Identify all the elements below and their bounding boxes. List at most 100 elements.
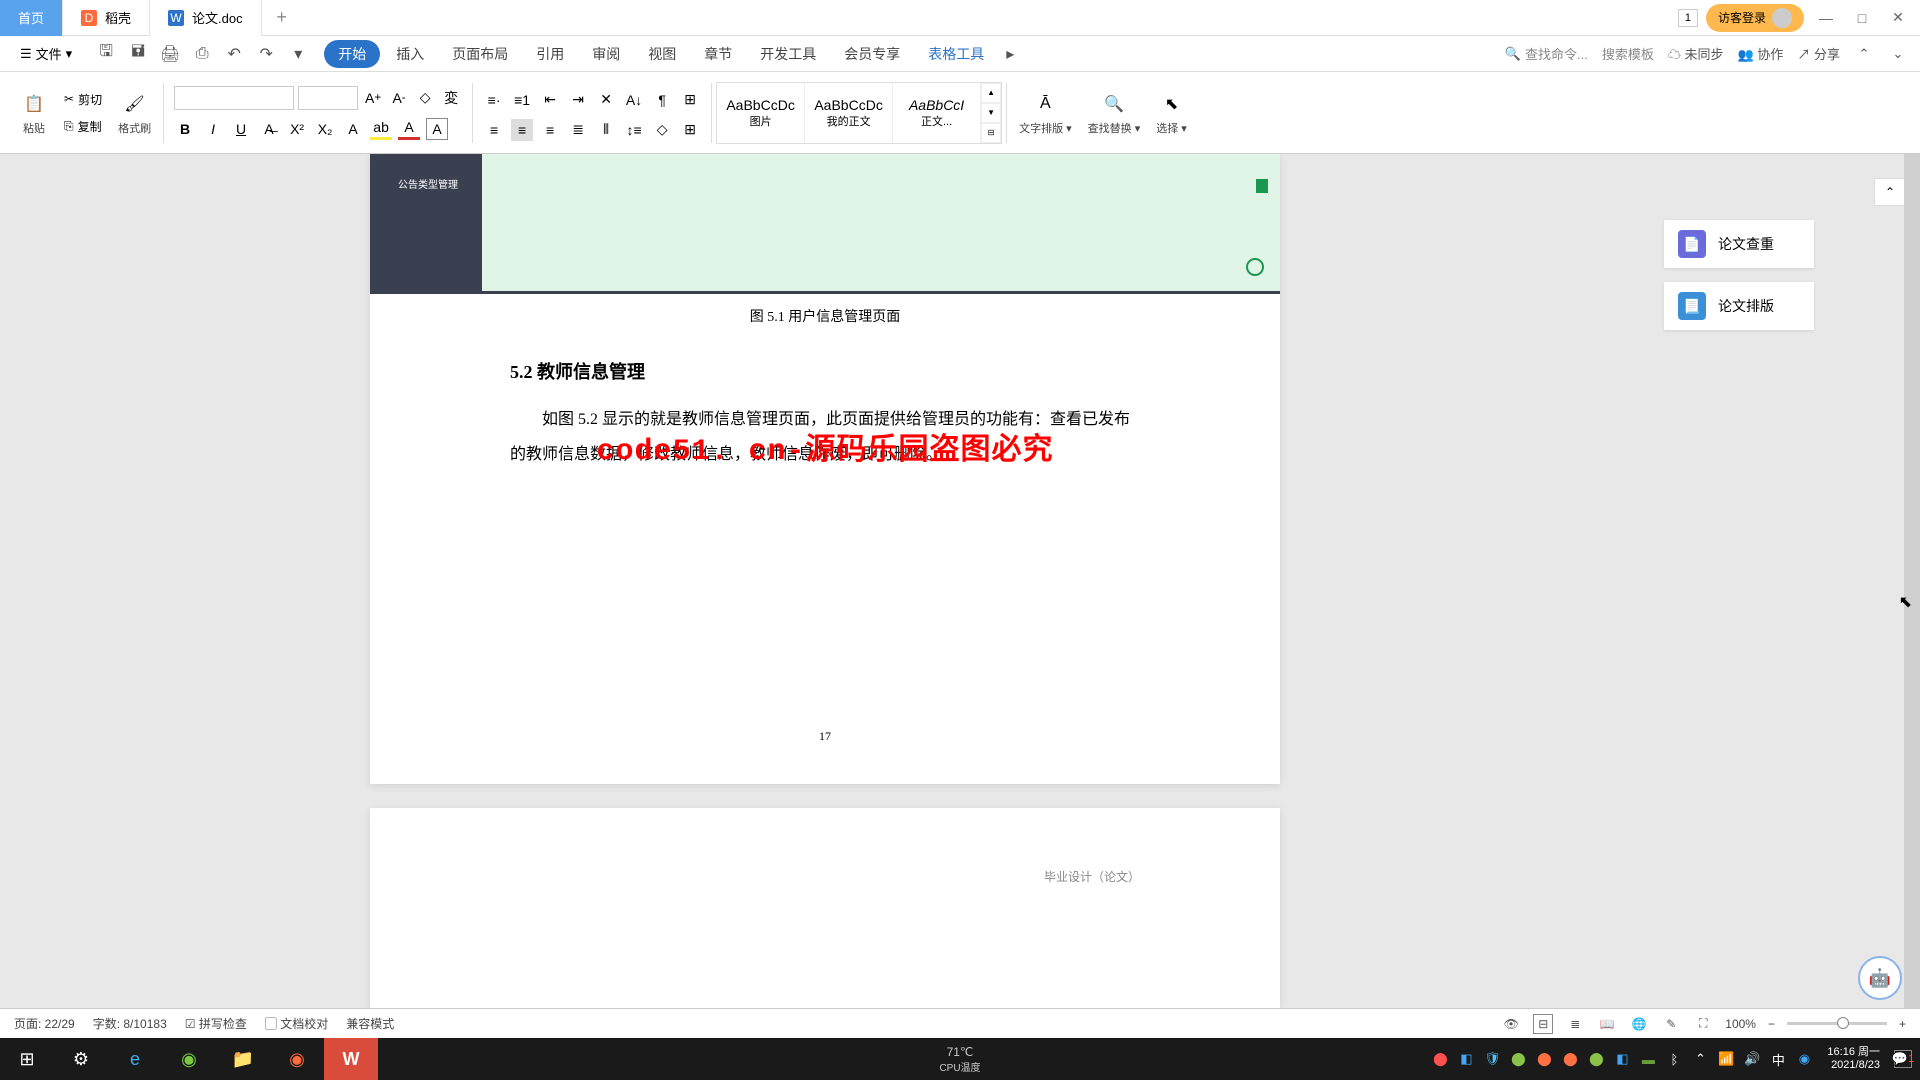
menu-overflow-icon[interactable]: ▸ [1000, 44, 1020, 64]
style-picture[interactable]: AaBbCcDc 图片 [717, 83, 805, 143]
style-more-icon[interactable]: ⊟ [981, 123, 1001, 143]
tab-daoke[interactable]: D 稻壳 [63, 0, 150, 36]
file-menu[interactable]: ☰ 文件 ▾ [12, 40, 80, 67]
assistant-bubble[interactable]: 🤖 [1858, 956, 1902, 1000]
tab-add-button[interactable]: + [262, 7, 302, 28]
scrollbar[interactable] [1904, 154, 1920, 1038]
search-command[interactable]: 🔍 查找命令... [1505, 44, 1588, 63]
menu-chapter[interactable]: 章节 [692, 38, 744, 70]
style-down-icon[interactable]: ▼ [981, 103, 1001, 123]
menu-page-layout[interactable]: 页面布局 [440, 38, 520, 70]
bullet-list-button[interactable]: ≡· [483, 89, 505, 111]
zoom-slider[interactable] [1787, 1022, 1887, 1025]
tray-icon-6[interactable]: ⬤ [1561, 1050, 1579, 1068]
decrease-font-icon[interactable]: A- [388, 87, 410, 109]
font-name-input[interactable] [174, 86, 294, 110]
show-marks-button[interactable]: ¶ [651, 89, 673, 111]
page-view-icon[interactable]: ⊟ [1533, 1014, 1553, 1034]
login-button[interactable]: 访客登录 [1706, 4, 1804, 32]
format-painter-icon[interactable]: 🖌 [121, 90, 149, 118]
decrease-indent-button[interactable]: ⇤ [539, 89, 561, 111]
ime-icon[interactable]: 中 [1769, 1050, 1787, 1068]
text-effects-button[interactable]: A [342, 118, 364, 140]
search-template[interactable]: 搜索模板 [1602, 44, 1654, 63]
undo-icon[interactable]: ↶ [224, 44, 244, 64]
status-words[interactable]: 字数: 8/10183 [93, 1015, 167, 1032]
menu-view[interactable]: 视图 [636, 38, 688, 70]
close-button[interactable]: ✕ [1884, 4, 1912, 32]
print-preview-icon[interactable]: ⎙ [192, 44, 212, 64]
save-as-icon[interactable]: 🖬 [128, 44, 148, 64]
task-app[interactable]: ◉ [270, 1038, 324, 1080]
tabs-button[interactable]: ⊞ [679, 89, 701, 111]
save-icon[interactable]: 🖫 [96, 44, 116, 64]
align-right-button[interactable]: ≡ [539, 119, 561, 141]
minimize-button[interactable]: — [1812, 4, 1840, 32]
menu-table-tools[interactable]: 表格工具 [916, 38, 996, 70]
char-border-button[interactable]: A [426, 118, 448, 140]
menu-review[interactable]: 审阅 [580, 38, 632, 70]
find-replace-group[interactable]: 🔍 查找替换 ▾ [1080, 72, 1149, 153]
status-page[interactable]: 页面: 22/29 [14, 1015, 75, 1032]
outline-view-icon[interactable]: ≣ [1565, 1014, 1585, 1034]
tab-document[interactable]: W 论文.doc [150, 0, 262, 36]
zoom-in-button[interactable]: + [1899, 1017, 1906, 1031]
status-proof[interactable]: ▢ 文档校对 [265, 1015, 328, 1032]
select-group[interactable]: ⬉ 选择 ▾ [1148, 72, 1195, 153]
side-plagiarism-check[interactable]: 📄 论文查重 [1664, 220, 1814, 268]
align-center-button[interactable]: ≡ [511, 119, 533, 141]
cooperation-button[interactable]: 👥 协作 [1738, 44, 1784, 63]
edit-mode-icon[interactable]: ✎ [1661, 1014, 1681, 1034]
sort-button[interactable]: A↓ [623, 89, 645, 111]
task-ie[interactable]: e [108, 1038, 162, 1080]
share-button[interactable]: ↗ 分享 [1797, 44, 1840, 63]
reading-view-icon[interactable]: 📖 [1597, 1014, 1617, 1034]
increase-font-icon[interactable]: A+ [362, 87, 384, 109]
side-paper-layout[interactable]: 📃 论文排版 [1664, 282, 1814, 330]
font-color-button[interactable]: A [398, 118, 420, 140]
distribute-button[interactable]: ⫴ [595, 119, 617, 141]
subscript-button[interactable]: X₂ [314, 118, 336, 140]
highlight-button[interactable]: ab [370, 118, 392, 140]
fit-width-icon[interactable]: ⛶ [1693, 1014, 1713, 1034]
help-icon[interactable]: ⌄ [1888, 44, 1908, 64]
clock[interactable]: 16:16 周一 2021/8/23 [1821, 1046, 1886, 1072]
text-layout-group[interactable]: Ā 文字排版 ▾ [1011, 72, 1080, 153]
tray-up-icon[interactable]: ⌃ [1691, 1050, 1709, 1068]
start-button[interactable]: ⊞ [0, 1038, 54, 1080]
menu-insert[interactable]: 插入 [384, 38, 436, 70]
asian-layout-button[interactable]: ✕ [595, 89, 617, 111]
tray-icon-5[interactable]: ⬤ [1535, 1050, 1553, 1068]
task-explorer[interactable]: 📁 [216, 1038, 270, 1080]
tray-icon-8[interactable]: ◧ [1613, 1050, 1631, 1068]
phonetic-icon[interactable]: 変 [440, 87, 462, 109]
wifi-icon[interactable]: 📶 [1717, 1050, 1735, 1068]
align-justify-button[interactable]: ≣ [567, 119, 589, 141]
menu-dev-tools[interactable]: 开发工具 [748, 38, 828, 70]
cut-button[interactable]: ✂ 剪切 [60, 89, 106, 110]
clear-format-icon[interactable]: ◇ [414, 87, 436, 109]
menu-start[interactable]: 开始 [324, 40, 380, 68]
style-normal[interactable]: AaBbCcI 正文... [893, 83, 981, 143]
sync-status[interactable]: ☁ 未同步 [1668, 44, 1724, 63]
task-wps[interactable]: W [324, 1038, 378, 1080]
bluetooth-icon[interactable]: ᛒ [1665, 1050, 1683, 1068]
redo-icon[interactable]: ↷ [256, 44, 276, 64]
align-left-button[interactable]: ≡ [483, 119, 505, 141]
copy-button[interactable]: ⎘ 复制 [60, 116, 106, 137]
style-up-icon[interactable]: ▲ [981, 83, 1001, 103]
style-body[interactable]: AaBbCcDc 我的正文 [805, 83, 893, 143]
status-spellcheck[interactable]: ☑ 拼写检查 [185, 1015, 247, 1032]
strikethrough-button[interactable]: A̶ [258, 118, 280, 140]
increase-indent-button[interactable]: ⇥ [567, 89, 589, 111]
italic-button[interactable]: I [202, 118, 224, 140]
shading-button[interactable]: ◇ [651, 119, 673, 141]
menu-member[interactable]: 会员专享 [832, 38, 912, 70]
tab-home[interactable]: 首页 [0, 0, 63, 36]
tray-icon-7[interactable]: ⬤ [1587, 1050, 1605, 1068]
maximize-button[interactable]: □ [1848, 4, 1876, 32]
borders-button[interactable]: ⊞ [679, 119, 701, 141]
document-page-2[interactable]: 毕业设计（论文） [370, 808, 1280, 1008]
document-page-1[interactable]: 公告类型管理 图 5.1 用户信息管理页面 5.2 教师信息管理 如图 5.2 … [370, 154, 1280, 784]
style-gallery[interactable]: AaBbCcDc 图片 AaBbCcDc 我的正文 AaBbCcI 正文... … [716, 82, 1002, 144]
